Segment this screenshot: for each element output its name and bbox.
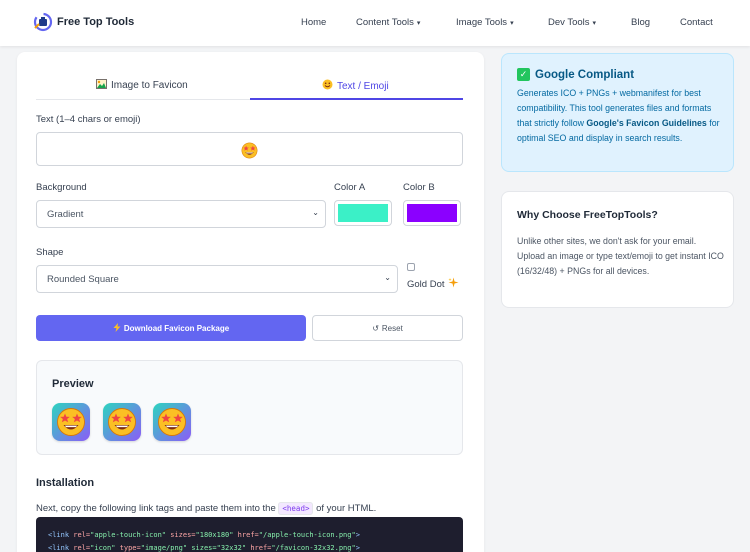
favicon-guidelines-link: Google's Favicon Guidelines xyxy=(586,118,707,128)
emoji-icon xyxy=(322,79,333,93)
preview-icon-large xyxy=(52,403,90,441)
caret-down-icon: ▾ xyxy=(510,20,514,27)
shape-value: Rounded Square xyxy=(47,274,119,285)
tab-active-indicator xyxy=(250,98,463,100)
reset-icon: ↺ xyxy=(372,323,379,333)
code-line: <link rel="icon" type="image/png" sizes=… xyxy=(48,544,360,552)
star-struck-emoji-icon xyxy=(241,142,258,164)
why-choose-text: Unlike other sites, we don't ask for you… xyxy=(517,236,724,276)
color-b-label: Color B xyxy=(403,182,435,193)
image-icon xyxy=(96,79,107,92)
tab-text-emoji[interactable]: Text / Emoji xyxy=(322,79,389,93)
why-choose-title: Why Choose FreeTopTools? xyxy=(517,209,658,221)
nav-contact[interactable]: Contact xyxy=(680,17,713,28)
text-input-label: Text (1–4 chars or emoji) xyxy=(36,114,141,125)
site-header: Free Top Tools Home Content Tools ▾ Image… xyxy=(0,0,750,46)
check-mark-icon: ✓ xyxy=(517,68,530,81)
preview-icon-medium xyxy=(103,403,141,441)
background-label: Background xyxy=(36,182,87,193)
reset-button[interactable]: ↺ Reset xyxy=(312,315,463,341)
head-tag-code: <head> xyxy=(278,502,314,515)
text-emoji-input[interactable] xyxy=(36,132,463,166)
preview-icon-small xyxy=(153,403,191,441)
chevron-down-icon: ⌄ xyxy=(384,273,391,282)
favicon-generator-panel: Image to Favicon Text / Emoji Text (1–4 … xyxy=(17,52,484,552)
google-compliant-text: Generates ICO + PNGs + webmanifest for b… xyxy=(517,88,720,143)
color-a-picker[interactable] xyxy=(334,200,392,226)
color-b-picker[interactable] xyxy=(403,200,461,226)
nav-content-tools[interactable]: Content Tools ▾ xyxy=(356,17,420,28)
sparkles-icon xyxy=(447,277,459,291)
shape-label: Shape xyxy=(36,247,64,258)
download-favicon-button[interactable]: Download Favicon Package xyxy=(36,315,306,341)
installation-instructions: Next, copy the following link tags and p… xyxy=(36,502,377,515)
caret-down-icon: ▾ xyxy=(592,20,597,27)
link-tags-code-block[interactable]: <link rel="apple-touch-icon" sizes="180x… xyxy=(36,517,463,552)
installation-title: Installation xyxy=(36,477,95,489)
chevron-down-icon: ⌄ xyxy=(312,208,319,217)
tab-image-to-favicon[interactable]: Image to Favicon xyxy=(96,79,188,92)
why-choose-card: Why Choose FreeTopTools? Unlike other si… xyxy=(501,191,734,308)
gold-dot-option[interactable]: Gold Dot xyxy=(407,277,459,291)
lightning-icon xyxy=(113,322,121,334)
preview-title: Preview xyxy=(52,378,94,390)
brand-logo[interactable]: Free Top Tools xyxy=(32,11,134,33)
tab-label: Text / Emoji xyxy=(337,80,389,92)
color-a-swatch xyxy=(338,204,388,222)
caret-down-icon: ▾ xyxy=(416,20,421,27)
background-value: Gradient xyxy=(47,209,84,220)
color-b-swatch xyxy=(407,204,457,222)
tab-label: Image to Favicon xyxy=(111,80,188,91)
nav-blog[interactable]: Blog xyxy=(631,17,650,28)
google-compliant-card: ✓ Google Compliant Generates ICO + PNGs … xyxy=(501,53,734,172)
gold-dot-label: Gold Dot xyxy=(407,278,445,290)
nav-home[interactable]: Home xyxy=(301,17,326,28)
shape-select[interactable]: Rounded Square ⌄ xyxy=(36,265,398,293)
brand-name: Free Top Tools xyxy=(57,16,135,28)
google-compliant-title: ✓ Google Compliant xyxy=(517,68,634,81)
nav-dev-tools[interactable]: Dev Tools ▾ xyxy=(548,17,596,28)
nav-image-tools[interactable]: Image Tools ▾ xyxy=(456,17,514,28)
gold-dot-checkbox[interactable] xyxy=(407,263,415,271)
code-line: <link rel="apple-touch-icon" sizes="180x… xyxy=(48,531,360,539)
preview-box: Preview xyxy=(36,360,463,455)
toolbox-icon xyxy=(32,11,54,33)
color-a-label: Color A xyxy=(334,182,366,193)
background-select[interactable]: Gradient ⌄ xyxy=(36,200,326,228)
